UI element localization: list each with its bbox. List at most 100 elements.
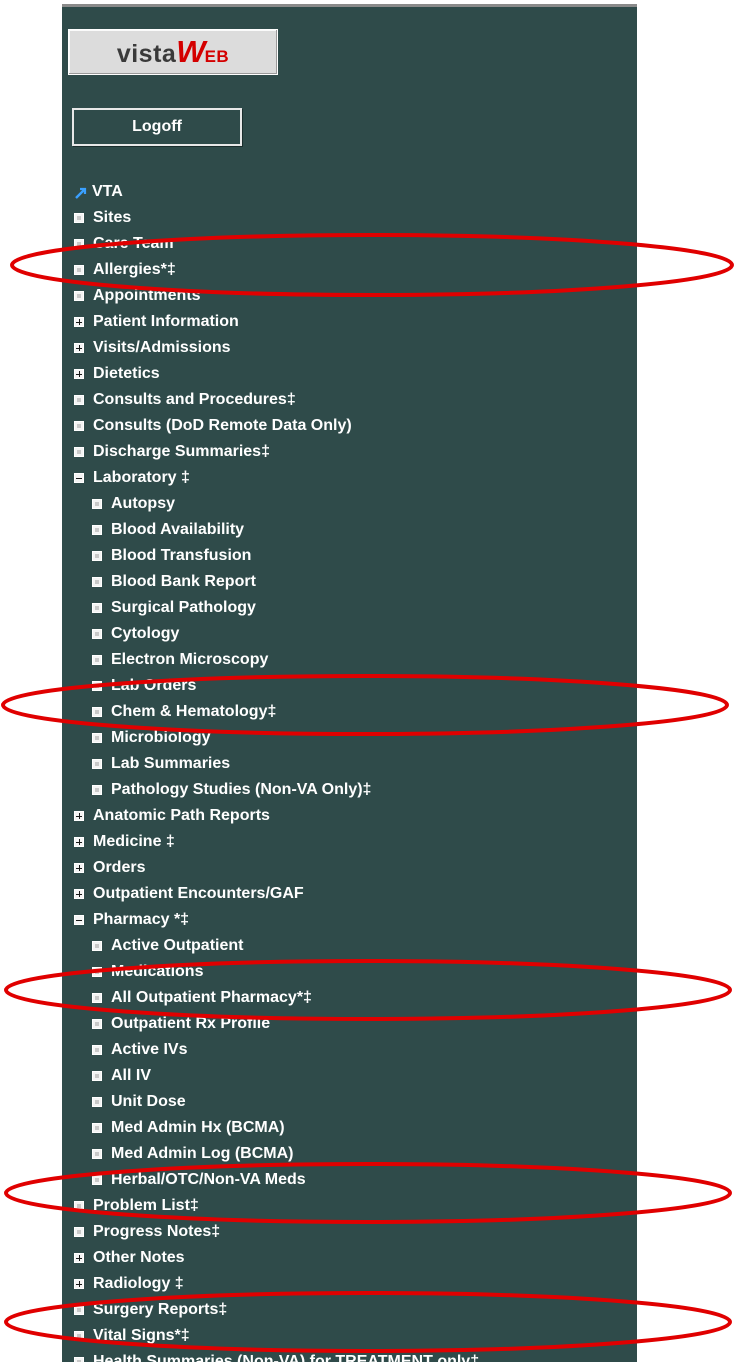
box-icon — [92, 629, 102, 639]
nav-item-surgical-pathology[interactable]: Surgical Pathology — [74, 595, 634, 621]
nav-item-laboratory[interactable]: Laboratory ‡ — [74, 465, 634, 491]
nav-item-all-iv[interactable]: All IV — [74, 1063, 634, 1089]
nav-item-label: Chem & Hematology‡ — [111, 703, 277, 720]
nav-item-blood-availability[interactable]: Blood Availability — [74, 517, 634, 543]
box-icon — [92, 1175, 102, 1185]
box-icon — [92, 1019, 102, 1029]
report-tree: VTA Sites Care Team Allergies*‡ Appointments… — [74, 179, 634, 1362]
nav-item-label: Consults (DoD Remote Data Only) — [93, 417, 352, 434]
nav-item-medicine[interactable]: Medicine ‡ — [74, 829, 634, 855]
box-icon — [92, 1097, 102, 1107]
nav-item-consults-dod-remote-data-only[interactable]: Consults (DoD Remote Data Only) — [74, 413, 634, 439]
nav-item-outpatient-rx-profile[interactable]: Outpatient Rx Profile — [74, 1011, 634, 1037]
box-icon — [92, 1045, 102, 1055]
expand-plus-icon[interactable] — [74, 811, 84, 821]
nav-item-consults-and-procedures[interactable]: Consults and Procedures‡ — [74, 387, 634, 413]
nav-item-med-admin-hx-bcma[interactable]: Med Admin Hx (BCMA) — [74, 1115, 634, 1141]
nav-item-label: Med Admin Log (BCMA) — [111, 1145, 294, 1162]
box-icon — [92, 759, 102, 769]
expand-plus-icon[interactable] — [74, 1279, 84, 1289]
nav-item-microbiology[interactable]: Microbiology — [74, 725, 634, 751]
expand-plus-icon[interactable] — [74, 369, 84, 379]
nav-item-active-ivs[interactable]: Active IVs — [74, 1037, 634, 1063]
nav-item-medications[interactable]: Medications — [74, 959, 634, 985]
nav-item-outpatient-encounters-gaf[interactable]: Outpatient Encounters/GAF — [74, 881, 634, 907]
nav-item-sites[interactable]: Sites — [74, 205, 634, 231]
nav-item-label: Dietetics — [93, 365, 160, 382]
nav-item-appointments[interactable]: Appointments — [74, 283, 634, 309]
nav-item-visits-admissions[interactable]: Visits/Admissions — [74, 335, 634, 361]
box-icon — [92, 941, 102, 951]
navigation-sidebar: vistaWEB Logoff VTA Sites Care Team Allergi… — [62, 4, 637, 1362]
nav-item-blood-transfusion[interactable]: Blood Transfusion — [74, 543, 634, 569]
nav-item-anatomic-path-reports[interactable]: Anatomic Path Reports — [74, 803, 634, 829]
nav-item-progress-notes[interactable]: Progress Notes‡ — [74, 1219, 634, 1245]
nav-item-surgery-reports[interactable]: Surgery Reports‡ — [74, 1297, 634, 1323]
nav-item-active-outpatient[interactable]: Active Outpatient — [74, 933, 634, 959]
box-icon — [74, 1305, 84, 1315]
nav-item-label: Herbal/OTC/Non-VA Meds — [111, 1171, 306, 1188]
nav-item-pharmacy[interactable]: Pharmacy *‡ — [74, 907, 634, 933]
expand-plus-icon[interactable] — [74, 343, 84, 353]
nav-item-label: Active Outpatient — [111, 937, 244, 954]
nav-item-radiology[interactable]: Radiology ‡ — [74, 1271, 634, 1297]
nav-item-label: Discharge Summaries‡ — [93, 443, 270, 460]
nav-item-med-admin-log-bcma[interactable]: Med Admin Log (BCMA) — [74, 1141, 634, 1167]
nav-item-label: Microbiology — [111, 729, 211, 746]
collapse-minus-icon[interactable] — [74, 915, 84, 925]
box-icon — [92, 1123, 102, 1133]
box-icon — [92, 525, 102, 535]
vistaweb-logo: vistaWEB — [68, 29, 278, 75]
nav-item-label: Med Admin Hx (BCMA) — [111, 1119, 285, 1136]
nav-item-label: Sites — [93, 209, 132, 226]
nav-item-all-outpatient-pharmacy[interactable]: All Outpatient Pharmacy*‡ — [74, 985, 634, 1011]
nav-item-discharge-summaries[interactable]: Discharge Summaries‡ — [74, 439, 634, 465]
nav-item-chem-hematology[interactable]: Chem & Hematology‡ — [74, 699, 634, 725]
nav-item-problem-list[interactable]: Problem List‡ — [74, 1193, 634, 1219]
nav-item-label: Visits/Admissions — [93, 339, 231, 356]
nav-item-label: Lab Summaries — [111, 755, 231, 772]
nav-item-dietetics[interactable]: Dietetics — [74, 361, 634, 387]
nav-item-unit-dose[interactable]: Unit Dose — [74, 1089, 634, 1115]
box-icon — [74, 1331, 84, 1341]
nav-item-care-team[interactable]: Care Team — [74, 231, 634, 257]
box-icon — [92, 785, 102, 795]
box-icon — [92, 681, 102, 691]
box-icon — [92, 993, 102, 1003]
nav-item-vta[interactable]: VTA — [74, 179, 634, 205]
expand-plus-icon[interactable] — [74, 837, 84, 847]
nav-item-allergies[interactable]: Allergies*‡ — [74, 257, 634, 283]
box-icon — [92, 603, 102, 613]
nav-item-label: Medications — [111, 963, 204, 980]
logoff-button[interactable]: Logoff — [72, 108, 242, 146]
nav-item-blood-bank-report[interactable]: Blood Bank Report — [74, 569, 634, 595]
nav-item-orders[interactable]: Orders — [74, 855, 634, 881]
nav-item-pathology-studies-non-va-only[interactable]: Pathology Studies (Non-VA Only)‡ — [74, 777, 634, 803]
expand-plus-icon[interactable] — [74, 317, 84, 327]
nav-item-patient-information[interactable]: Patient Information — [74, 309, 634, 335]
nav-item-vital-signs[interactable]: Vital Signs*‡ — [74, 1323, 634, 1349]
nav-item-label: All IV — [111, 1067, 152, 1084]
nav-item-autopsy[interactable]: Autopsy — [74, 491, 634, 517]
nav-item-label: Care Team — [93, 235, 174, 252]
nav-item-label: Health Summaries (Non-VA) for TREATMENT … — [93, 1353, 480, 1362]
box-icon — [92, 707, 102, 717]
collapse-minus-icon[interactable] — [74, 473, 84, 483]
nav-item-health-summaries-non-va-for-treatment-only[interactable]: Health Summaries (Non-VA) for TREATMENT … — [74, 1349, 634, 1362]
expand-plus-icon[interactable] — [74, 1253, 84, 1263]
nav-item-lab-orders[interactable]: Lab Orders — [74, 673, 634, 699]
nav-item-label: Appointments — [93, 287, 201, 304]
expand-plus-icon[interactable] — [74, 889, 84, 899]
nav-item-label: Blood Transfusion — [111, 547, 252, 564]
nav-item-lab-summaries[interactable]: Lab Summaries — [74, 751, 634, 777]
nav-item-herbal-otc-non-va-meds[interactable]: Herbal/OTC/Non-VA Meds — [74, 1167, 634, 1193]
nav-item-cytology[interactable]: Cytology — [74, 621, 634, 647]
nav-item-other-notes[interactable]: Other Notes — [74, 1245, 634, 1271]
nav-item-electron-microscopy[interactable]: Electron Microscopy — [74, 647, 634, 673]
nav-item-label: Outpatient Encounters/GAF — [93, 885, 304, 902]
nav-item-label: All Outpatient Pharmacy*‡ — [111, 989, 312, 1006]
expand-plus-icon[interactable] — [74, 863, 84, 873]
box-icon — [92, 1149, 102, 1159]
nav-item-label: Pharmacy *‡ — [93, 911, 190, 928]
nav-item-label: Orders — [93, 859, 146, 876]
